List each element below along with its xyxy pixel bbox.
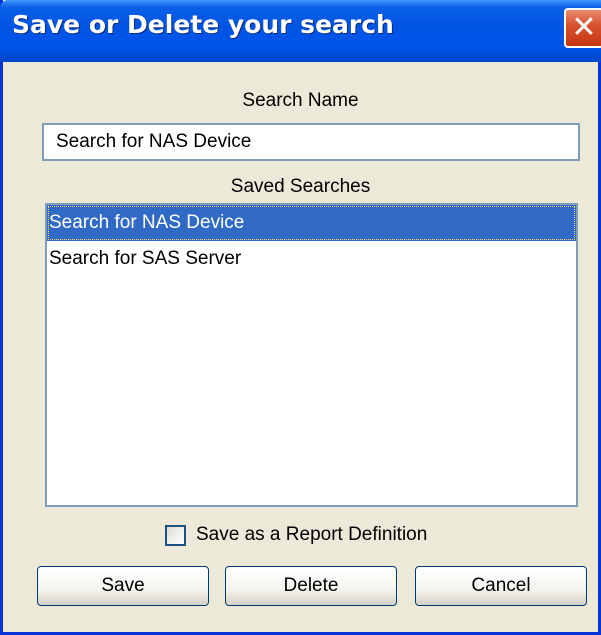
search-name-input[interactable]	[42, 123, 580, 161]
saved-searches-list[interactable]: Search for NAS Device Search for SAS Ser…	[45, 203, 578, 507]
save-button[interactable]: Save	[37, 566, 209, 606]
search-name-label: Search Name	[242, 90, 359, 111]
list-item-sas-server[interactable]: Search for SAS Server	[47, 241, 576, 277]
cancel-button[interactable]: Cancel	[415, 566, 587, 606]
saved-searches-label: Saved Searches	[230, 176, 371, 197]
save-search-dialog: Save or Delete your search ✕ Search Name…	[0, 0, 601, 635]
report-definition-label[interactable]: Save as a Report Definition	[196, 524, 427, 546]
list-item-nas-device[interactable]: Search for NAS Device	[47, 205, 576, 241]
close-button[interactable]: ✕	[564, 8, 601, 48]
delete-button[interactable]: Delete	[225, 566, 397, 606]
report-definition-option[interactable]: Save as a Report Definition	[165, 522, 427, 548]
title-bar[interactable]: Save or Delete your search ✕	[0, 0, 601, 62]
report-definition-checkbox[interactable]	[165, 524, 186, 546]
close-icon: ✕	[571, 10, 597, 45]
dialog-title: Save or Delete your search	[12, 10, 394, 39]
